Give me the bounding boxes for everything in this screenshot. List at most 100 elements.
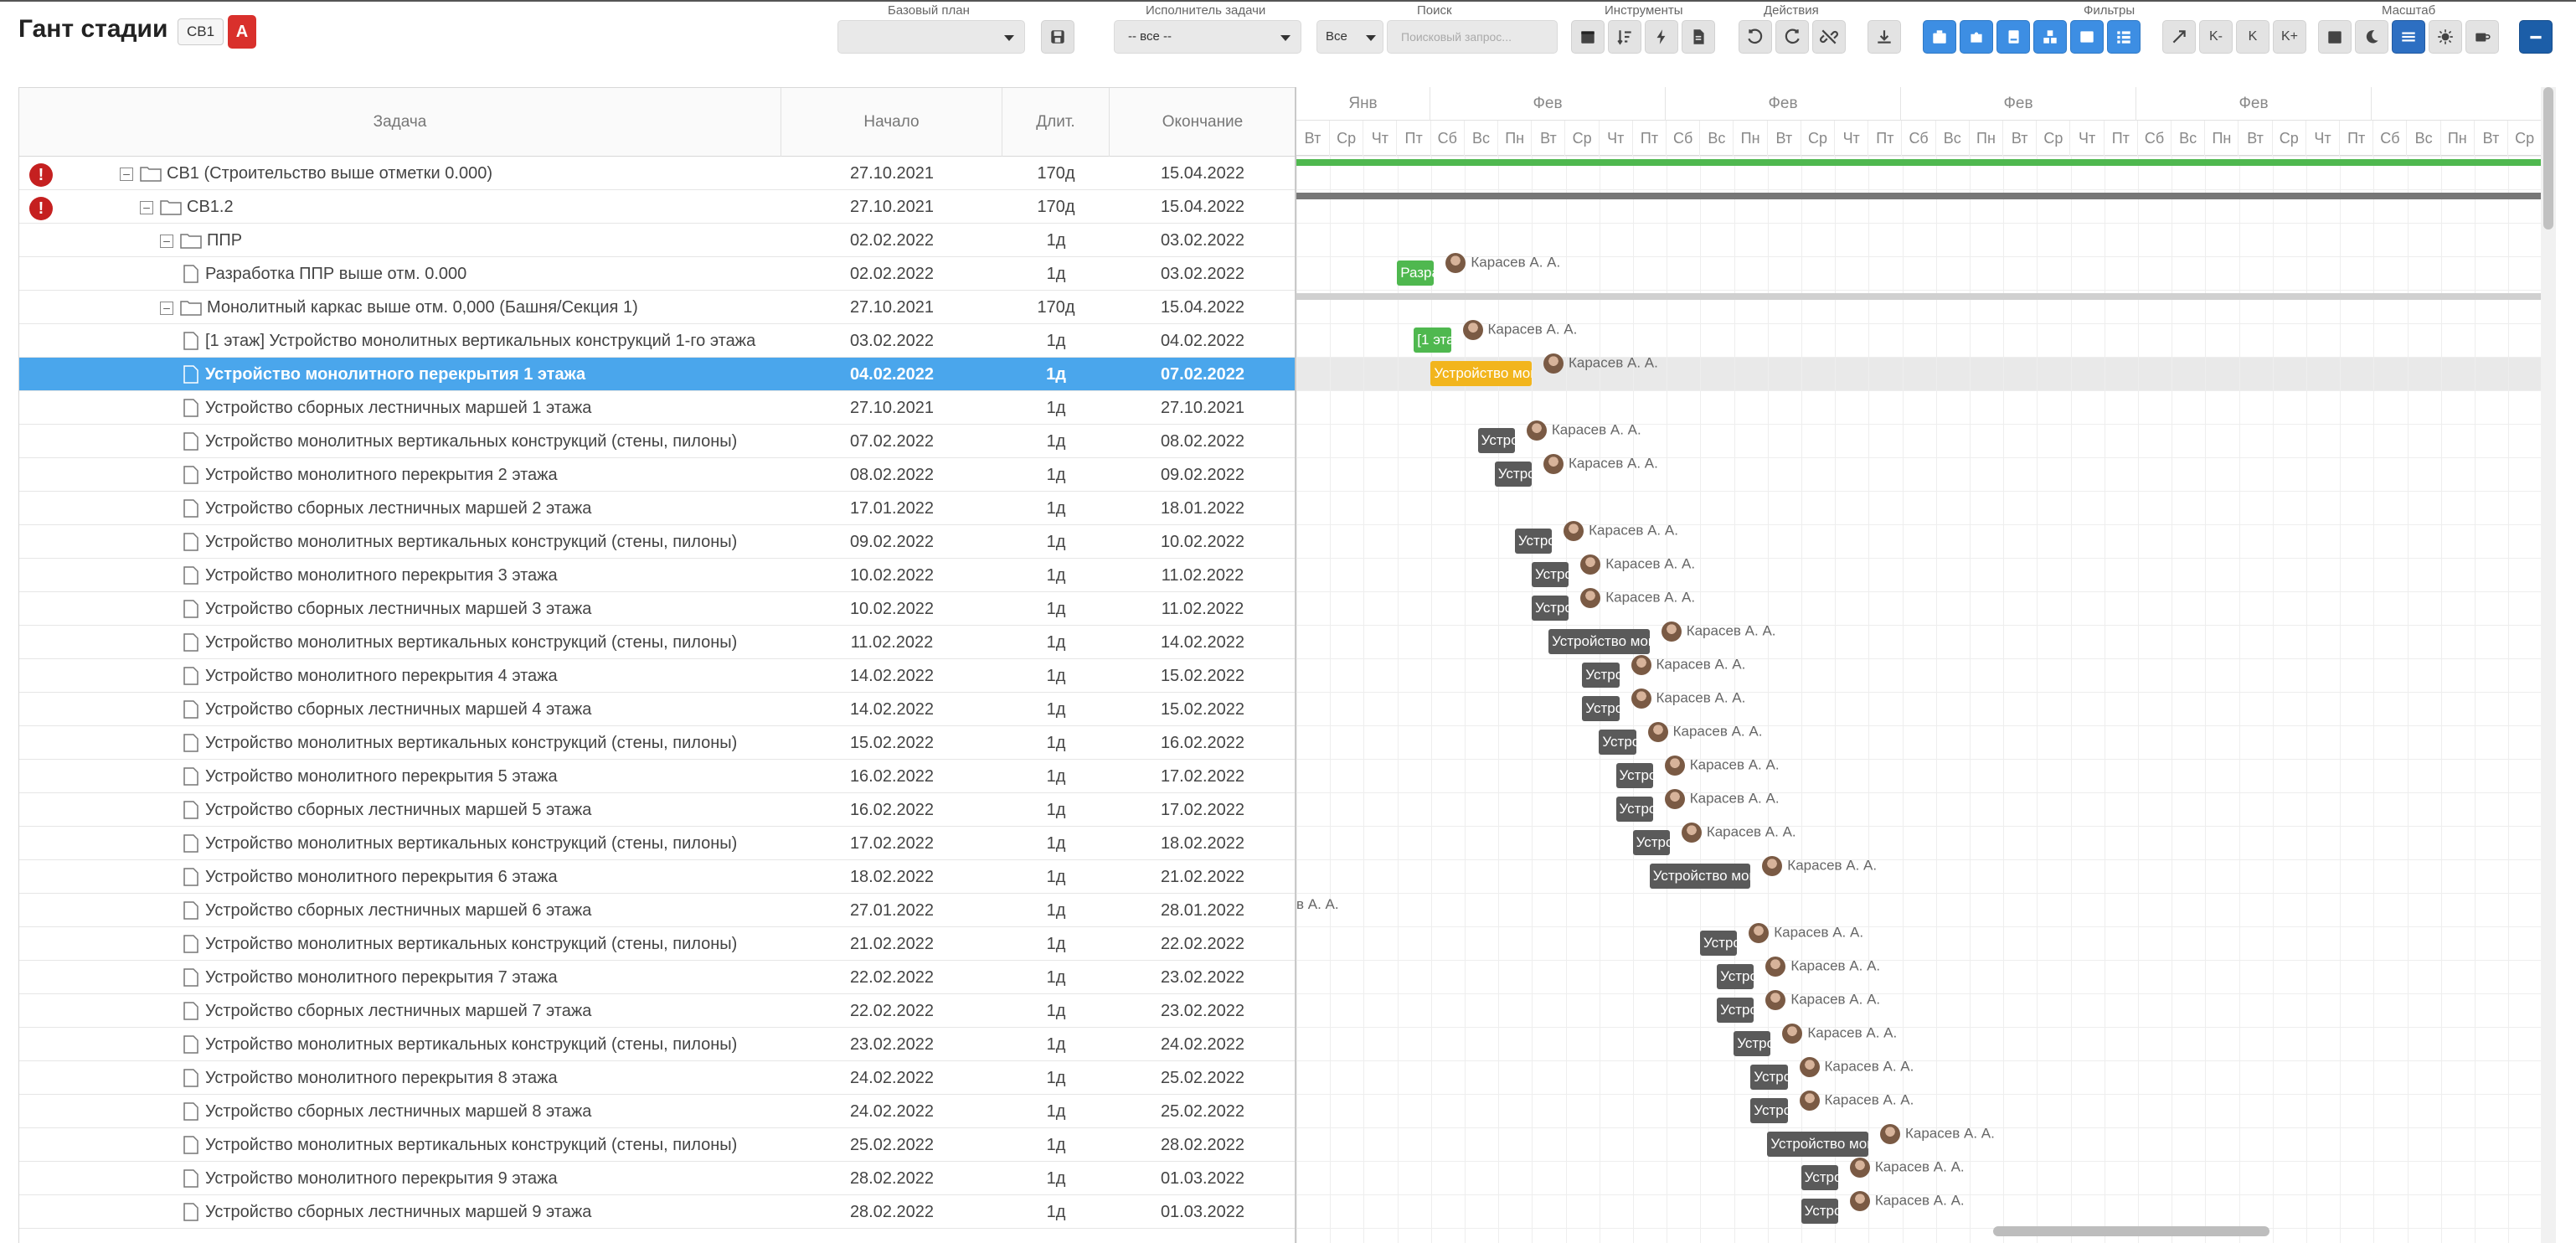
task-end[interactable]: 17.02.2022 [1110,760,1295,793]
task-duration[interactable]: 1д [1002,659,1110,693]
task-start[interactable]: 22.02.2022 [781,961,1002,994]
scale-day-button[interactable] [2318,20,2352,54]
collapse-toggle-icon[interactable]: – [160,302,173,315]
critical-path-button[interactable] [1645,20,1678,54]
task-name-cell[interactable]: Устройство монолитного перекрытия 3 этаж… [19,559,781,592]
task-name-cell[interactable]: Устройство монолитных вертикальных конст… [19,1128,781,1162]
filter-puzzle-button[interactable] [1960,20,1993,54]
undo-button[interactable] [1739,20,1772,54]
unlink-button[interactable] [1812,20,1846,54]
task-end[interactable]: 18.02.2022 [1110,827,1295,860]
collapse-toggle-icon[interactable]: – [120,168,133,181]
task-duration[interactable]: 1д [1002,1095,1110,1128]
gantt-task-bar[interactable]: Устройство монолитных [1767,1132,1868,1157]
grid-row-task[interactable]: Устройство сборных лестничных маршей 8 э… [19,1095,1295,1128]
grid-row-task[interactable]: Устройство сборных лестничных маршей 2 э… [19,492,1295,525]
stage-badge[interactable]: СВ1 [178,18,224,45]
gantt-task-bar[interactable]: Устройство [1582,696,1620,721]
task-duration[interactable]: 1д [1002,425,1110,458]
task-start[interactable]: 10.02.2022 [781,592,1002,626]
gantt-horizontal-scrollbar[interactable] [1993,1226,2269,1236]
task-duration[interactable]: 1д [1002,927,1110,961]
collapse-toggle-icon[interactable]: – [140,201,153,214]
task-start[interactable]: 04.02.2022 [781,358,1002,391]
task-name-cell[interactable]: Устройство монолитного перекрытия 9 этаж… [19,1162,781,1195]
task-start[interactable]: 02.02.2022 [781,257,1002,291]
grid-row-task[interactable]: Устройство монолитных вертикальных конст… [19,626,1295,659]
task-end[interactable]: 14.02.2022 [1110,626,1295,659]
task-start[interactable]: 24.02.2022 [781,1095,1002,1128]
gantt-task-bar[interactable]: Устройство [1532,562,1569,587]
filter-group-button[interactable] [2033,20,2067,54]
task-duration[interactable]: 1д [1002,1028,1110,1061]
task-start[interactable]: 18.02.2022 [781,860,1002,894]
task-duration[interactable]: 1д [1002,391,1110,425]
gantt-task-bar[interactable]: Устройство [1514,529,1553,554]
task-end[interactable]: 11.02.2022 [1110,559,1295,592]
task-start[interactable]: 27.10.2021 [781,190,1002,224]
task-name-cell[interactable]: – Монолитный каркас выше отм. 0,000 (Башн… [19,291,781,324]
gantt-task-bar[interactable]: Устройство [1494,462,1532,487]
task-start[interactable]: 27.10.2021 [781,391,1002,425]
grid-row-task[interactable]: Устройство монолитного перекрытия 3 этаж… [19,559,1295,592]
task-start[interactable]: 03.02.2022 [781,324,1002,358]
task-duration[interactable]: 1д [1002,994,1110,1028]
gantt-task-bar[interactable]: Устройство [1734,1031,1771,1056]
task-name-cell[interactable]: Устройство сборных лестничных маршей 3 э… [19,592,781,626]
task-name-cell[interactable]: Устройство сборных лестничных маршей 6 э… [19,894,781,927]
task-end[interactable]: 17.02.2022 [1110,793,1295,827]
grid-row-task[interactable]: Устройство монолитных вертикальных конст… [19,425,1295,458]
task-start[interactable]: 10.02.2022 [781,559,1002,592]
task-duration[interactable]: 1д [1002,224,1110,257]
task-end[interactable]: 08.02.2022 [1110,425,1295,458]
gantt-task-bar[interactable]: Устройство [1599,730,1636,755]
task-end[interactable]: 27.10.2021 [1110,391,1295,425]
save-baseline-button[interactable] [1041,20,1074,54]
task-duration[interactable]: 1д [1002,961,1110,994]
grid-row-task[interactable]: Устройство монолитного перекрытия 6 этаж… [19,860,1295,894]
task-name-cell[interactable]: Устройство монолитного перекрытия 8 этаж… [19,1061,781,1095]
scale-sun-button[interactable] [2429,20,2462,54]
gantt-task-bar[interactable]: Устройство [1717,964,1754,989]
gantt-task-bar[interactable]: [1 этаж] Устройство [1414,328,1451,353]
column-header-start[interactable]: Начало [781,88,1002,157]
task-end[interactable]: 15.04.2022 [1110,190,1295,224]
task-end[interactable]: 04.02.2022 [1110,324,1295,358]
task-name-cell[interactable]: [1 этаж] Устройство монолитных вертикаль… [19,324,781,358]
column-header-task[interactable]: Задача [19,88,781,157]
task-end[interactable]: 15.04.2022 [1110,157,1295,190]
task-end[interactable]: 22.02.2022 [1110,927,1295,961]
task-duration[interactable]: 1д [1002,257,1110,291]
grid-row-task[interactable]: Устройство сборных лестничных маршей 6 э… [19,894,1295,927]
gantt-task-bar[interactable]: Устройство [1717,998,1754,1023]
task-start[interactable]: 27.10.2021 [781,291,1002,324]
task-name-cell[interactable]: Устройство монолитного перекрытия 7 этаж… [19,961,781,994]
task-name-cell[interactable]: Устройство монолитных вертикальных конст… [19,1028,781,1061]
gantt-task-bar[interactable]: Устройство [1632,830,1670,855]
task-start[interactable]: 27.10.2021 [781,157,1002,190]
task-duration[interactable]: 1д [1002,626,1110,659]
task-duration[interactable]: 1д [1002,1128,1110,1162]
grid-row-task[interactable]: Устройство сборных лестничных маршей 5 э… [19,793,1295,827]
task-start[interactable]: 23.02.2022 [781,1028,1002,1061]
task-duration[interactable]: 1д [1002,492,1110,525]
scale-night-button[interactable] [2355,20,2388,54]
task-end[interactable]: 09.02.2022 [1110,458,1295,492]
sort-button[interactable] [1608,20,1641,54]
grid-row-task[interactable]: Устройство монолитных вертикальных конст… [19,927,1295,961]
task-duration[interactable]: 1д [1002,726,1110,760]
task-duration[interactable]: 1д [1002,827,1110,860]
gantt-summary-bar[interactable] [1296,293,2543,300]
task-end[interactable]: 24.02.2022 [1110,1028,1295,1061]
gantt-summary-bar[interactable] [1296,159,2543,166]
grid-row-task[interactable]: Устройство монолитных вертикальных конст… [19,525,1295,559]
executor-select[interactable]: -- все -- [1114,20,1301,54]
task-duration[interactable]: 170д [1002,157,1110,190]
zoom-k-button[interactable]: K [2236,20,2269,54]
grid-row-task[interactable]: Устройство монолитных вертикальных конст… [19,1128,1295,1162]
task-end[interactable]: 28.02.2022 [1110,1128,1295,1162]
grid-row-task[interactable]: Устройство монолитного перекрытия 8 этаж… [19,1061,1295,1095]
task-end[interactable]: 25.02.2022 [1110,1095,1295,1128]
task-end[interactable]: 21.02.2022 [1110,860,1295,894]
task-start[interactable]: 28.02.2022 [781,1162,1002,1195]
